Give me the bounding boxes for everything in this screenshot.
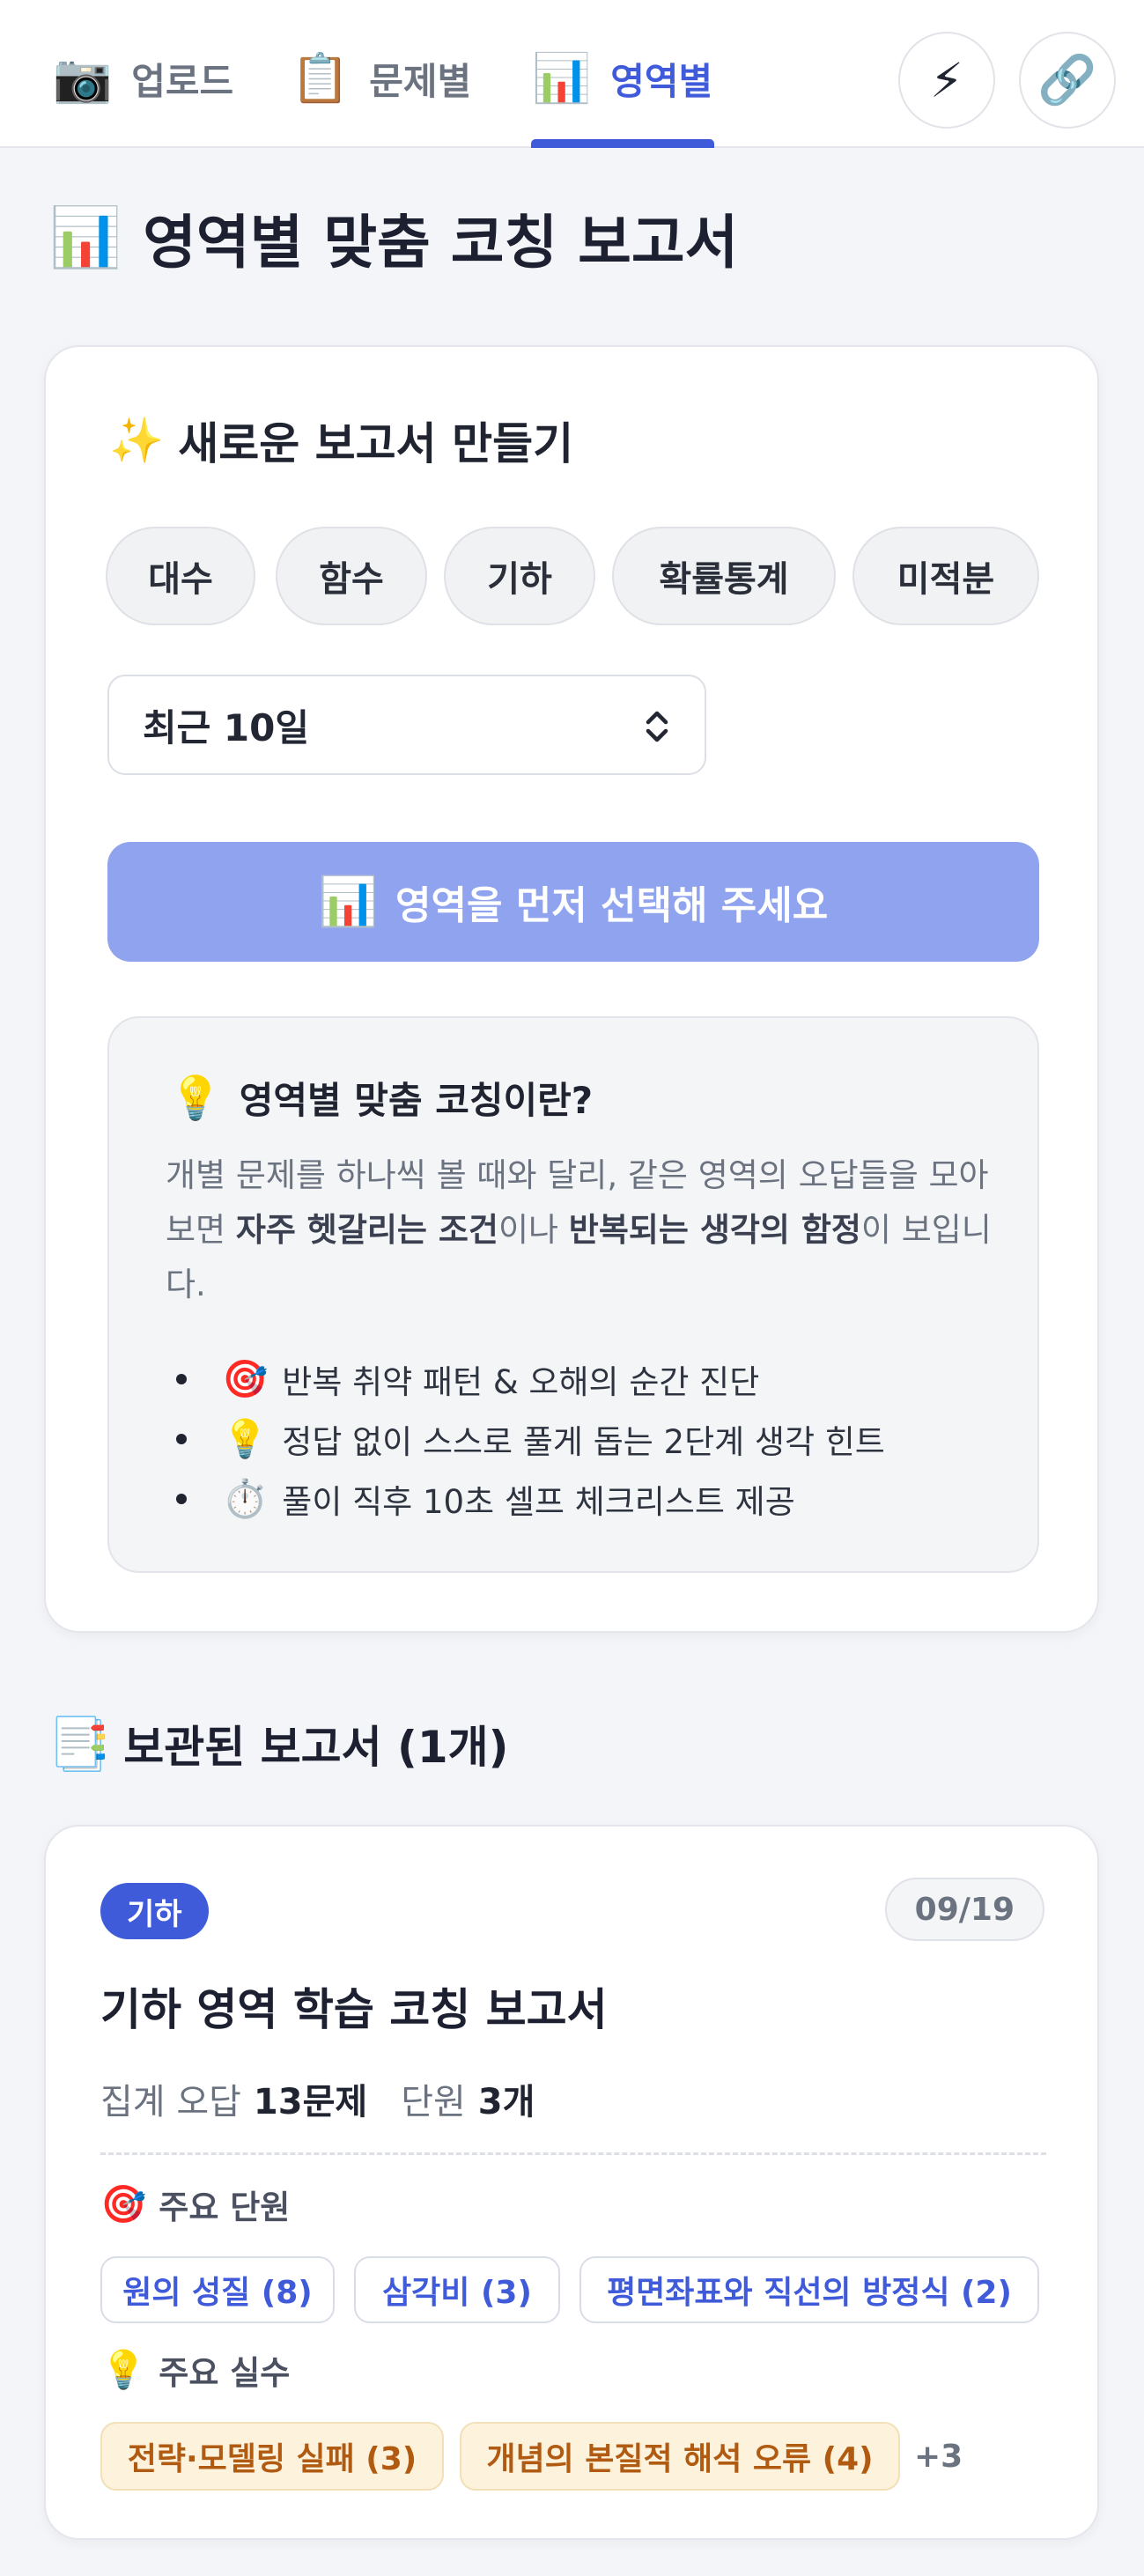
bullet-dot <box>176 1434 187 1444</box>
top-tab-bar: 📷 업로드 📋 문제별 📊 영역별 ⚡ 🔗 <box>0 0 1144 148</box>
info-title: 영역별 맞춤 코칭이란? <box>239 1079 594 1122</box>
bullet-dot <box>176 1374 187 1384</box>
camera-icon: 📷 <box>53 50 113 106</box>
report-date: 09/19 <box>884 1878 1044 1941</box>
main-units-label: 주요 단원 <box>159 2188 291 2226</box>
tab-by-area[interactable]: 📊 영역별 <box>532 26 712 130</box>
clipboard-icon: 📋 <box>291 50 351 106</box>
feature-text: 반복 취약 패턴 & 오해의 순간 진단 <box>282 1363 760 1401</box>
main-units-heading: 🎯 주요 단원 <box>100 2181 290 2228</box>
feature-item: 💡 정답 없이 스스로 풀게 돕는 2단계 생각 힌트 <box>166 1409 1011 1469</box>
wrong-count-value: 13문제 <box>253 2082 368 2122</box>
info-emphasis: 자주 헷갈리는 조건 <box>235 1211 498 1249</box>
lightbulb-icon: 💡 <box>169 1074 222 1123</box>
create-report-button[interactable]: 📊 영역을 먼저 선택해 주세요 <box>107 842 1039 962</box>
feature-item: ⏱️ 풀이 직후 10초 셀프 체크리스트 제공 <box>166 1469 1011 1529</box>
unit-count-label: 단원 <box>401 2082 466 2122</box>
share-link-button[interactable]: 🔗 <box>1019 32 1116 129</box>
quick-action-button[interactable]: ⚡ <box>898 32 995 129</box>
mistake-chip: 전략·모델링 실패 (3) <box>100 2422 444 2491</box>
new-report-card: ✨ 새로운 보고서 만들기 대수 함수 기하 확률통계 미적분 최근 10일 📊… <box>44 345 1099 1633</box>
sparkles-icon: ✨ <box>109 414 165 466</box>
page-title-text: 영역별 맞춤 코칭 보고서 <box>143 209 739 277</box>
period-select[interactable]: 최근 10일 <box>107 675 706 775</box>
document-icon: 📑 <box>48 1713 112 1774</box>
bar-chart-icon: 📊 <box>532 50 592 106</box>
info-description: 개별 문제를 하나씩 볼 때와 달리, 같은 영역의 오답들을 모아보면 자주 … <box>166 1148 1002 1312</box>
lightning-icon: ⚡ <box>930 52 963 108</box>
saved-report-card[interactable]: 기하 09/19 기하 영역 학습 코칭 보고서 집계 오답 13문제 단원 3… <box>44 1825 1099 2540</box>
saved-reports-title: 보관된 보고서 (1개) <box>123 1722 509 1773</box>
period-select-value: 최근 10일 <box>143 705 309 749</box>
area-chip-geometry[interactable]: 기하 <box>444 527 595 625</box>
area-badge: 기하 <box>100 1883 209 1939</box>
tab-by-problem[interactable]: 📋 문제별 <box>291 26 471 130</box>
wrong-count-label: 집계 오답 <box>100 2082 241 2122</box>
page-title: 📊 영역별 맞춤 코칭 보고서 <box>49 196 738 280</box>
coaching-info-box: 💡 영역별 맞춤 코칭이란? 개별 문제를 하나씩 볼 때와 달리, 같은 영역… <box>107 1016 1039 1573</box>
report-stats: 집계 오답 13문제 단원 3개 <box>100 2073 568 2124</box>
unit-chip: 삼각비 (3) <box>354 2256 560 2323</box>
main-mistakes-heading: 💡 주요 실수 <box>100 2346 290 2394</box>
unit-chip: 원의 성질 (8) <box>100 2256 335 2323</box>
lightbulb-icon: 💡 <box>222 1417 269 1460</box>
more-mistakes-count: +3 <box>914 2438 963 2475</box>
stopwatch-icon: ⏱️ <box>222 1477 269 1520</box>
create-report-button-label: 영역을 먼저 선택해 주세요 <box>395 883 829 928</box>
feature-list: 🎯 반복 취약 패턴 & 오해의 순간 진단 💡 정답 없이 스스로 풀게 돕는… <box>166 1349 1011 1529</box>
main-mistakes-label: 주요 실수 <box>159 2354 291 2392</box>
area-chip-function[interactable]: 함수 <box>276 527 427 625</box>
feature-item: 🎯 반복 취약 패턴 & 오해의 순간 진단 <box>166 1349 1011 1409</box>
report-title: 기하 영역 학습 코칭 보고서 <box>100 1984 608 2035</box>
bar-chart-icon: 📊 <box>49 203 122 271</box>
info-text: 이나 <box>498 1211 569 1249</box>
area-chip-calculus[interactable]: 미적분 <box>852 527 1039 625</box>
bullet-dot <box>176 1494 187 1504</box>
link-icon: 🔗 <box>1037 52 1097 107</box>
bar-chart-icon: 📊 <box>318 874 378 929</box>
tab-upload-label: 업로드 <box>131 59 234 103</box>
tab-by-problem-label: 문제별 <box>369 59 472 103</box>
new-report-heading: ✨ 새로운 보고서 만들기 <box>109 409 573 472</box>
feature-text: 정답 없이 스스로 풀게 돕는 2단계 생각 힌트 <box>282 1423 885 1461</box>
area-chip-probability[interactable]: 확률통계 <box>612 527 836 625</box>
info-heading: 💡 영역별 맞춤 코칭이란? <box>169 1071 593 1125</box>
new-report-title: 새로운 보고서 만들기 <box>178 418 574 469</box>
unit-count-value: 3개 <box>477 2082 535 2122</box>
target-icon: 🎯 <box>222 1357 269 1400</box>
saved-reports-heading: 📑 보관된 보고서 (1개) <box>48 1712 509 1775</box>
mistake-chip: 개념의 본질적 해석 오류 (4) <box>460 2422 900 2491</box>
unit-chip: 평면좌표와 직선의 방정식 (2) <box>579 2256 1039 2323</box>
target-icon: 🎯 <box>100 2182 147 2225</box>
feature-text: 풀이 직후 10초 셀프 체크리스트 제공 <box>282 1483 795 1521</box>
chevron-up-down-icon <box>646 711 668 742</box>
lightbulb-icon: 💡 <box>100 2348 147 2391</box>
active-tab-indicator <box>531 139 714 148</box>
tab-upload[interactable]: 📷 업로드 <box>53 26 233 130</box>
area-chip-algebra[interactable]: 대수 <box>106 527 255 625</box>
tab-by-area-label: 영역별 <box>610 59 713 103</box>
divider <box>100 2152 1046 2155</box>
info-emphasis: 반복되는 생각의 함정 <box>568 1211 861 1249</box>
